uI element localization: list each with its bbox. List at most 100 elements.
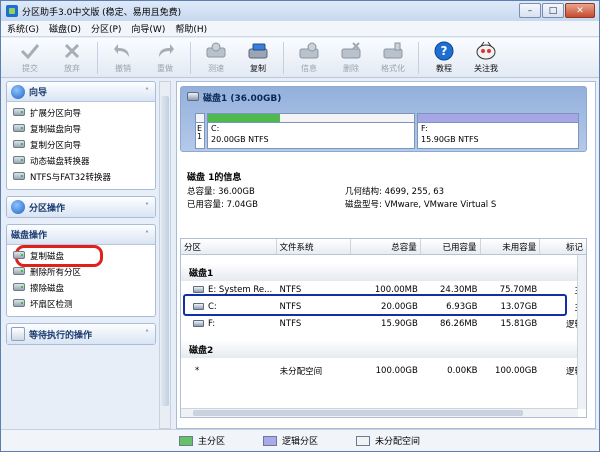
info-button[interactable]: 信息 <box>288 38 330 76</box>
collapse-chevron-icon[interactable]: ˄ <box>145 230 149 239</box>
discard-label: 放弃 <box>64 64 80 73</box>
table-row[interactable]: F: NTFS 15.90GB 86.26MB 15.81GB 逻辑 <box>181 315 586 332</box>
app-logo-icon <box>6 5 18 17</box>
cell-total: 100.00GB <box>375 365 418 376</box>
col-flag[interactable]: 标记 <box>540 239 586 254</box>
disk-icon <box>13 299 25 307</box>
sidebar-item-dynamic-disk[interactable]: 动态磁盘转换器 <box>13 153 155 169</box>
col-filesystem[interactable]: 文件系统 <box>277 239 352 254</box>
disk-info: 磁盘 1的信息 总容量: 36.00GB 几何结构: 4699, 255, 63 … <box>187 170 587 212</box>
legend-unallocated: 未分配空间 <box>356 434 420 447</box>
maximize-button[interactable]: □ <box>542 3 564 18</box>
follow-icon <box>475 41 497 61</box>
menu-wizard[interactable]: 向导(W) <box>131 22 165 35</box>
disk-icon <box>13 283 25 291</box>
cell-partition: E: System Re... <box>208 284 273 295</box>
pending-list-icon <box>11 327 25 341</box>
partition-usage-fill <box>208 114 281 122</box>
partition-usage-bar <box>208 114 414 123</box>
cell-used: 86.26MB <box>440 318 478 329</box>
collapse-chevron-icon[interactable]: ˄ <box>145 329 149 338</box>
disk-ops-header[interactable]: 磁盘操作 ˄ <box>7 225 155 245</box>
tutorial-label: 教程 <box>436 64 452 73</box>
redo-label: 重做 <box>157 64 173 73</box>
commit-button[interactable]: 提交 <box>9 38 51 76</box>
help-icon: ? <box>433 41 455 61</box>
disk-ops-items: 复制磁盘 删除所有分区 擦除磁盘 坏扇区检测 <box>7 245 155 316</box>
wizard-panel-title: 向导 <box>29 88 48 98</box>
undo-button[interactable]: 撤销 <box>102 38 144 76</box>
col-total[interactable]: 总容量 <box>351 239 421 254</box>
disk-icon <box>13 108 25 116</box>
table-horizontal-scrollbar[interactable] <box>181 408 578 417</box>
speed-test-label: 测速 <box>208 64 224 73</box>
sidebar-item-bad-sector[interactable]: 坏扇区检测 <box>13 296 155 312</box>
scroll-thumb[interactable] <box>193 410 523 416</box>
sidebar-item-label: 复制磁盘向导 <box>30 125 82 135</box>
disk-icon <box>187 92 199 101</box>
cell-free: 15.81GB <box>500 318 538 329</box>
wizard-panel-header[interactable]: 向导 ˄ <box>7 82 155 102</box>
window-title: 分区助手3.0中文版 (稳定、易用且免费) <box>22 7 182 18</box>
menu-partition[interactable]: 分区(P) <box>91 22 121 35</box>
legend-swatch <box>179 435 193 446</box>
disk-ops-panel: 磁盘操作 ˄ 复制磁盘 删除所有分区 擦除磁盘 坏扇区检测 <box>6 224 156 317</box>
commit-label: 提交 <box>22 64 38 73</box>
format-icon <box>382 41 404 61</box>
disk-icon <box>13 156 25 164</box>
sidebar-item-copy-disk[interactable]: 复制磁盘 <box>13 245 155 267</box>
wizard-icon <box>11 84 25 99</box>
toolbar-separator <box>418 42 419 74</box>
redo-icon <box>154 41 176 61</box>
tutorial-button[interactable]: ? 教程 <box>423 38 465 76</box>
follow-label: 关注我 <box>474 64 498 73</box>
discard-button[interactable]: 放弃 <box>51 38 93 76</box>
menu-disk[interactable]: 磁盘(D) <box>49 22 81 35</box>
disk-card[interactable]: 磁盘1 (36.00GB) E 1 C: 20.00GB NTFS F: 15.… <box>180 86 587 152</box>
sidebar-scrollbar[interactable] <box>159 81 171 429</box>
format-button[interactable]: 格式化 <box>372 38 414 76</box>
partition-ops-header[interactable]: 分区操作 ˅ <box>7 197 155 217</box>
partition-number: 1 <box>197 132 203 141</box>
table-vertical-scrollbar[interactable] <box>577 255 586 409</box>
undo-label: 撤销 <box>115 64 131 73</box>
check-icon <box>19 41 41 61</box>
table-row[interactable]: * 未分配空间 100.00GB 0.00KB 100.00GB 逻辑 <box>181 362 586 379</box>
table-header: 分区 文件系统 总容量 已用容量 未用容量 标记 <box>181 239 586 255</box>
menu-bar: 系统(G) 磁盘(D) 分区(P) 向导(W) 帮助(H) <box>1 21 599 37</box>
sidebar-item-ntfs-fat32[interactable]: NTFS与FAT32转换器 <box>13 169 155 185</box>
scroll-thumb[interactable] <box>161 96 169 406</box>
menu-system[interactable]: 系统(G) <box>7 22 39 35</box>
sidebar-item-extend-wizard[interactable]: 扩展分区向导 <box>13 105 155 121</box>
sidebar-item-label: 动态磁盘转换器 <box>30 157 90 167</box>
partition-table: 分区 文件系统 总容量 已用容量 未用容量 标记 磁盘1 E: System R… <box>180 238 587 418</box>
redo-button[interactable]: 重做 <box>144 38 186 76</box>
col-free[interactable]: 未用容量 <box>481 239 541 254</box>
col-used[interactable]: 已用容量 <box>421 239 481 254</box>
partition-ops-icon <box>11 200 25 214</box>
sidebar-item-copy-partition-wizard[interactable]: 复制分区向导 <box>13 137 155 153</box>
sidebar-item-copy-disk-wizard[interactable]: 复制磁盘向导 <box>13 121 155 137</box>
close-button[interactable]: ✕ <box>565 3 595 18</box>
delete-button[interactable]: 删除 <box>330 38 372 76</box>
expand-chevron-icon[interactable]: ˅ <box>145 202 149 211</box>
follow-button[interactable]: 关注我 <box>465 38 507 76</box>
partition-icon <box>193 285 204 293</box>
partition-block-c[interactable]: C: 20.00GB NTFS <box>207 113 415 149</box>
wizard-panel: 向导 ˄ 扩展分区向导 复制磁盘向导 复制分区向导 动态磁盘转换器 NTFS与F… <box>6 81 156 190</box>
sidebar-item-label: 删除所有分区 <box>30 268 82 278</box>
pending-ops-header[interactable]: 等待执行的操作 ˄ <box>7 324 155 344</box>
copy-disk-button[interactable]: 复制 <box>237 38 279 76</box>
collapse-chevron-icon[interactable]: ˄ <box>145 87 149 96</box>
partition-block-f[interactable]: F: 15.90GB NTFS <box>417 113 579 149</box>
col-partition[interactable]: 分区 <box>181 239 277 254</box>
left-sidebar: 向导 ˄ 扩展分区向导 复制磁盘向导 复制分区向导 动态磁盘转换器 NTFS与F… <box>6 81 156 429</box>
info-disk-icon <box>298 41 320 61</box>
delete-label: 删除 <box>343 64 359 73</box>
minimize-button[interactable]: – <box>519 3 541 18</box>
menu-help[interactable]: 帮助(H) <box>175 22 207 35</box>
partition-block-e[interactable]: E 1 <box>195 113 205 149</box>
sidebar-item-wipe-disk[interactable]: 擦除磁盘 <box>13 280 155 296</box>
speed-test-button[interactable]: 测速 <box>195 38 237 76</box>
disk-icon <box>13 267 25 275</box>
